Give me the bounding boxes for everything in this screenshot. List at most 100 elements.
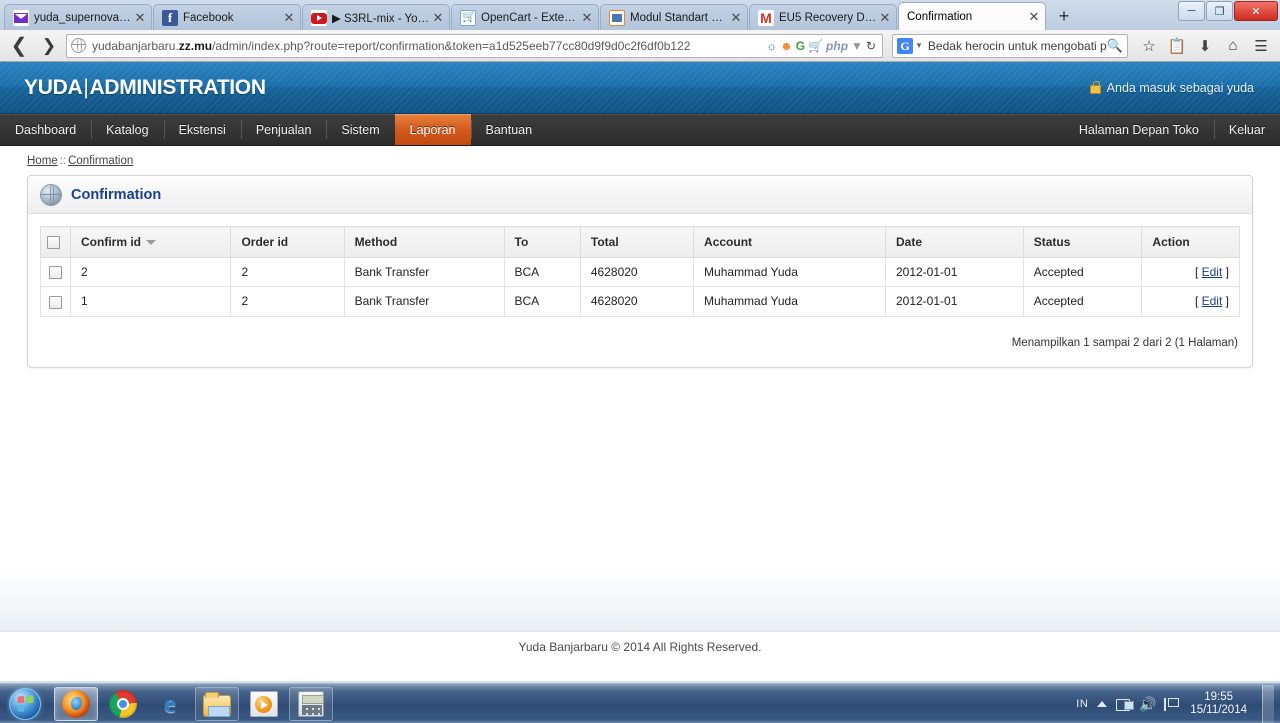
admin-main-nav: Dashboard Katalog Ekstensi Penjualan Sis… [0, 114, 1280, 146]
stumbleupon-icon[interactable]: ☼ [766, 39, 777, 53]
table-row: 1 2 Bank Transfer BCA 4628020 Muhammad Y… [40, 286, 1240, 317]
column-order-id[interactable]: Order id [230, 226, 345, 258]
menu-icon[interactable]: ☰ [1248, 33, 1274, 59]
cell-action: [ Edit ] [1141, 256, 1240, 288]
chevron-down-icon[interactable]: ▼ [915, 41, 923, 50]
window-controls: ─ ❐ ✕ [1178, 1, 1278, 21]
column-to[interactable]: To [503, 226, 581, 258]
globe-icon [40, 183, 62, 206]
start-button[interactable] [2, 686, 48, 722]
close-icon[interactable]: ✕ [878, 11, 892, 25]
column-method[interactable]: Method [343, 226, 505, 258]
close-icon[interactable]: ✕ [1027, 10, 1041, 24]
internet-explorer-icon: e [164, 688, 176, 718]
windows-start-icon[interactable] [9, 687, 41, 720]
taskbar-ie-button[interactable]: e [148, 687, 192, 721]
close-icon[interactable]: ✕ [580, 11, 594, 25]
nav-item-katalog[interactable]: Katalog [91, 114, 163, 145]
bookmark-star-icon[interactable]: ☆ [1136, 33, 1162, 59]
address-bar[interactable]: yudabanjarbaru.zz.mu/admin/index.php?rou… [66, 33, 883, 58]
close-icon[interactable]: ✕ [282, 11, 296, 25]
new-tab-button[interactable]: + [1051, 6, 1077, 28]
cell-status: Accepted [1022, 286, 1143, 317]
cart-icon[interactable]: 🛒 [808, 39, 823, 53]
window-close-button[interactable]: ✕ [1234, 1, 1278, 21]
minimize-button[interactable]: ─ [1178, 1, 1205, 21]
mail-icon [13, 9, 29, 26]
network-icon[interactable] [1116, 698, 1135, 711]
reload-icon[interactable]: ↻ [866, 39, 876, 53]
search-bar[interactable]: G ▼ Bedak herocin untuk mengobati panu 🔍 [892, 33, 1128, 58]
up-caret-icon[interactable] [1097, 700, 1108, 707]
taskbar-media-button[interactable] [242, 687, 286, 721]
maximize-button[interactable]: ❐ [1206, 1, 1233, 21]
windows-taskbar: e IN 🔊 19:55 15/11/2014 [0, 683, 1280, 723]
browser-window: yuda_supernova - ... ✕ f Facebook ✕ ▶ S3… [0, 0, 1280, 683]
search-icon[interactable]: 🔍 [1107, 38, 1123, 54]
edit-link[interactable]: Edit [1202, 294, 1223, 308]
taskbar-firefox-button[interactable] [54, 686, 98, 721]
select-all-cell[interactable] [40, 226, 71, 258]
taskbar-calculator-button[interactable] [289, 686, 333, 721]
search-input[interactable]: Bedak herocin untuk mengobati panu [928, 39, 1107, 53]
cell-date: 2012-01-01 [884, 286, 1024, 317]
flag-icon[interactable] [1164, 698, 1180, 711]
row-select-cell[interactable] [40, 286, 71, 317]
nav-item-logout[interactable]: Keluar [1213, 114, 1280, 145]
column-account[interactable]: Account [693, 226, 886, 258]
breadcrumb-separator: :: [59, 155, 67, 167]
edit-link[interactable]: Edit [1202, 265, 1223, 279]
content-area: Confirmation Confirm id Order id Method … [0, 175, 1280, 368]
taskbar-explorer-button[interactable] [195, 686, 239, 721]
nav-item-sistem[interactable]: Sistem [326, 114, 394, 145]
browser-tab[interactable]: OpenCart - Extensi... ✕ [451, 4, 599, 30]
column-status[interactable]: Status [1022, 226, 1143, 258]
browser-tab[interactable]: yuda_supernova - ... ✕ [4, 4, 152, 30]
show-desktop-button[interactable] [1262, 684, 1274, 723]
forward-arrow-icon[interactable]: ❯ [36, 33, 62, 59]
admin-header: YUDA|ADMINISTRATION Anda masuk sebagai y… [0, 62, 1280, 114]
browser-tab[interactable]: Modul Standart O... ✕ [600, 4, 748, 30]
cell-action: [ Edit ] [1141, 286, 1240, 317]
nav-item-bantuan[interactable]: Bantuan [470, 114, 548, 145]
language-indicator[interactable]: IN [1076, 698, 1088, 710]
smiley-icon[interactable]: ☻ [780, 39, 793, 53]
google-icon[interactable]: G [796, 39, 805, 53]
column-total[interactable]: Total [579, 226, 695, 258]
row-checkbox[interactable] [49, 266, 62, 280]
nav-item-laporan[interactable]: Laporan [394, 114, 471, 145]
breadcrumb-home[interactable]: Home [27, 155, 58, 167]
sort-desc-caret-icon[interactable] [146, 240, 156, 246]
confirmation-table: Confirm id Order id Method To Total Acco… [40, 226, 1240, 317]
browser-tab[interactable]: f Facebook ✕ [153, 4, 301, 30]
row-checkbox[interactable] [49, 295, 62, 309]
close-icon[interactable]: ✕ [431, 11, 445, 25]
taskbar-chrome-button[interactable] [101, 687, 145, 721]
media-player-icon [250, 691, 278, 717]
php-icon[interactable]: php [826, 39, 848, 53]
breadcrumb-current[interactable]: Confirmation [68, 155, 133, 167]
close-icon[interactable]: ✕ [133, 11, 147, 25]
browser-toolbar: ❮ ❯ yudabanjarbaru.zz.mu/admin/index.php… [0, 30, 1280, 62]
nav-item-store-front[interactable]: Halaman Depan Toko [1064, 114, 1214, 145]
back-arrow-icon[interactable]: ❮ [6, 33, 32, 59]
column-confirm-id[interactable]: Confirm id [69, 226, 232, 258]
cell-to: BCA [503, 256, 581, 288]
row-select-cell[interactable] [40, 256, 71, 288]
nav-item-penjualan[interactable]: Penjualan [240, 114, 327, 145]
browser-tab-active[interactable]: Confirmation ✕ [898, 2, 1046, 30]
dropdown-caret-icon[interactable]: ▼ [851, 39, 863, 53]
downloads-icon[interactable]: ⬇ [1192, 33, 1218, 59]
column-date[interactable]: Date [884, 226, 1024, 258]
home-icon[interactable]: ⌂ [1220, 33, 1246, 59]
browser-tab[interactable]: M EU5 Recovery Deta... ✕ [749, 4, 897, 30]
browser-tab[interactable]: ▶ S3RL-mix - You... ✕ [302, 4, 450, 30]
reading-list-icon[interactable]: 📋 [1164, 33, 1190, 59]
close-icon[interactable]: ✕ [729, 11, 743, 25]
select-all-checkbox[interactable] [47, 236, 60, 250]
nav-item-dashboard[interactable]: Dashboard [0, 114, 91, 145]
nav-item-ekstensi[interactable]: Ekstensi [163, 114, 241, 145]
volume-icon[interactable]: 🔊 [1139, 696, 1156, 712]
taskbar-clock[interactable]: 19:55 15/11/2014 [1186, 691, 1251, 717]
gmail-icon: M [758, 9, 774, 26]
